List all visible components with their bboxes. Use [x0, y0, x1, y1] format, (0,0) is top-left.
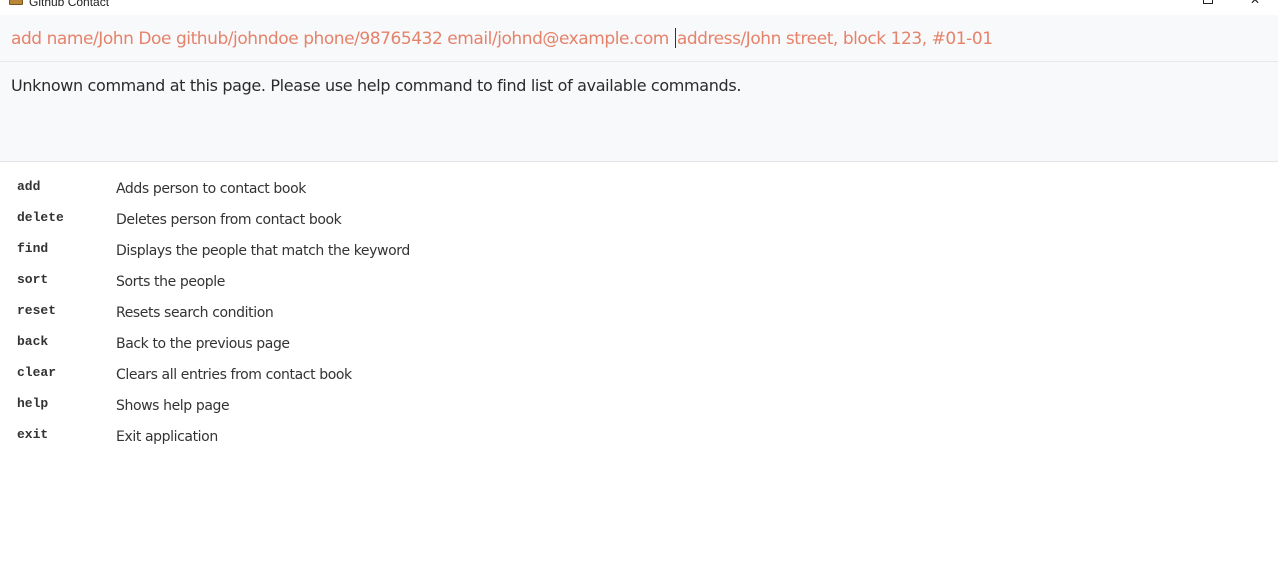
- command-description: Back to the previous page: [116, 336, 290, 352]
- text-caret: [674, 28, 676, 48]
- help-row-sort: sort Sorts the people: [0, 265, 600, 296]
- command-name: exit: [17, 427, 49, 442]
- command-name: clear: [17, 365, 57, 380]
- command-box[interactable]: add name/John Doe github/johndoe phone/9…: [0, 15, 1278, 62]
- result-display: Unknown command at this page. Please use…: [0, 62, 1278, 162]
- help-row-back: back Back to the previous page: [0, 327, 600, 358]
- help-row-help: help Shows help page: [0, 389, 600, 420]
- command-description: Resets search condition: [116, 305, 274, 321]
- maximize-icon[interactable]: [1203, 0, 1213, 4]
- command-description: Deletes person from contact book: [116, 212, 342, 228]
- command-text-before-caret: add name/John Doe github/johndoe phone/9…: [11, 29, 674, 49]
- help-command-list: add Adds person to contact book delete D…: [0, 172, 600, 451]
- command-description: Exit application: [116, 429, 218, 445]
- help-row-exit: exit Exit application: [0, 420, 600, 451]
- help-row-reset: reset Resets search condition: [0, 296, 600, 327]
- command-input[interactable]: add name/John Doe github/johndoe phone/9…: [11, 28, 993, 49]
- command-name: find: [17, 241, 49, 256]
- app-icon: [9, 0, 23, 5]
- help-row-delete: delete Deletes person from contact book: [0, 203, 600, 234]
- result-message: Unknown command at this page. Please use…: [11, 76, 742, 95]
- title-bar: Github Contact ✕: [0, 0, 1278, 15]
- help-row-find: find Displays the people that match the …: [0, 234, 600, 265]
- command-name: sort: [17, 272, 49, 287]
- command-description: Clears all entries from contact book: [116, 367, 352, 383]
- command-name: help: [17, 396, 49, 411]
- help-row-add: add Adds person to contact book: [0, 172, 600, 203]
- close-icon[interactable]: ✕: [1248, 0, 1262, 6]
- command-description: Displays the people that match the keywo…: [116, 243, 410, 259]
- command-description: Sorts the people: [116, 274, 225, 290]
- command-name: reset: [17, 303, 57, 318]
- command-name: delete: [17, 210, 64, 225]
- command-name: back: [17, 334, 49, 349]
- command-text-after-caret: address/John street, block 123, #01-01: [676, 29, 993, 49]
- help-row-clear: clear Clears all entries from contact bo…: [0, 358, 600, 389]
- command-description: Shows help page: [116, 398, 230, 414]
- command-description: Adds person to contact book: [116, 181, 306, 197]
- command-name: add: [17, 179, 41, 194]
- window-title: Github Contact: [29, 0, 110, 9]
